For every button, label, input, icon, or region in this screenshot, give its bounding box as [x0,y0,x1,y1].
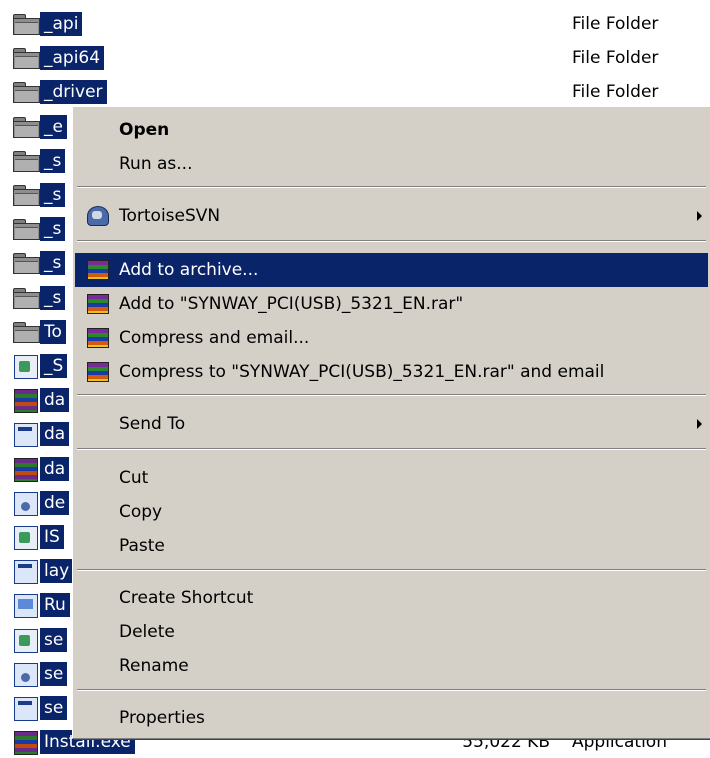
file-name[interactable]: IS [40,525,64,549]
menu-item-delete[interactable]: Delete [75,615,708,649]
file-name[interactable]: de [40,491,70,515]
file-name[interactable]: lay [40,559,74,583]
file-name[interactable]: To [40,320,66,344]
rar-archive-icon [14,389,38,413]
file-row[interactable]: _api64 File Folder [0,42,710,74]
tortoisesvn-icon [87,206,109,226]
file-name[interactable]: _e [40,115,67,139]
menu-item-send-to[interactable]: Send To [75,407,708,441]
folder-icon [13,219,40,240]
context-menu: Open Run as... TortoiseSVN Add to archiv… [72,106,710,738]
menu-item-open[interactable]: Open [75,113,708,147]
file-name[interactable]: _driver [40,80,107,104]
file-type: File Folder [572,14,659,34]
setup-file-icon [14,355,38,379]
menu-label-add-to-archive: Add to archive... [119,260,259,280]
rar-archive-icon [14,458,38,482]
menu-item-compress-email[interactable]: Compress and email... [75,321,708,355]
file-name[interactable]: _s [40,149,66,173]
file-name[interactable]: Ru [40,593,70,617]
folder-icon [13,82,40,103]
menu-separator [77,569,706,571]
menu-item-tortoisesvn[interactable]: TortoiseSVN [75,199,708,233]
file-name[interactable]: _s [40,251,66,275]
menu-separator [77,689,706,691]
menu-label-copy: Copy [119,502,163,522]
window-file-icon [14,697,38,721]
menu-item-add-to-rar[interactable]: Add to "SYNWAY_PCI(USB)_5321_EN.rar" [75,287,708,321]
menu-label-send-to: Send To [119,414,186,434]
menu-item-copy[interactable]: Copy [75,495,708,529]
menu-item-add-to-archive[interactable]: Add to archive... [75,253,708,287]
file-name[interactable]: _api64 [40,46,105,70]
folder-icon [13,151,40,172]
window-file-icon [14,423,38,447]
file-name[interactable]: da [40,422,70,446]
winrar-icon [87,294,109,314]
file-type: File Folder [572,82,659,102]
file-row[interactable]: _driver File Folder [0,76,710,108]
folder-icon [13,117,40,138]
menu-label-add-to-rar: Add to "SYNWAY_PCI(USB)_5321_EN.rar" [119,294,464,314]
install-file-icon [14,629,38,653]
menu-label-delete: Delete [119,622,175,642]
file-name[interactable]: se [40,628,68,652]
menu-item-create-shortcut[interactable]: Create Shortcut [75,581,708,615]
folder-icon [13,322,40,343]
menu-label-paste: Paste [119,536,165,556]
file-name[interactable]: se [40,662,68,686]
file-name[interactable]: _api [40,12,83,36]
winrar-icon [87,260,109,280]
menu-item-compress-to-email[interactable]: Compress to "SYNWAY_PCI(USB)_5321_EN.rar… [75,355,708,389]
menu-separator [77,186,706,188]
window-file-icon [14,560,38,584]
menu-label-run-as: Run as... [119,154,193,174]
menu-item-cut[interactable]: Cut [75,461,708,495]
install-file-icon [14,663,38,687]
menu-label-cut: Cut [119,468,149,488]
menu-label-rename: Rename [119,656,189,676]
menu-item-rename[interactable]: Rename [75,649,708,683]
file-name[interactable]: da [40,388,70,412]
winrar-icon [87,328,109,348]
menu-label-create-shortcut: Create Shortcut [119,588,254,608]
submenu-arrow-icon [697,419,702,429]
install-exe-icon [14,731,38,755]
setup-file-icon [14,526,38,550]
menu-separator [77,394,706,396]
menu-label-properties: Properties [119,708,205,728]
folder-icon [13,48,40,69]
menu-label-tortoisesvn: TortoiseSVN [119,206,221,226]
file-name[interactable]: da [40,457,70,481]
submenu-arrow-icon [697,211,702,221]
folder-icon [13,288,40,309]
menu-item-run-as[interactable]: Run as... [75,147,708,181]
menu-item-paste[interactable]: Paste [75,529,708,563]
file-name[interactable]: se [40,696,68,720]
monitor-file-icon [14,594,38,618]
folder-icon [13,14,40,35]
gear-file-icon [14,492,38,516]
file-name[interactable]: _s [40,286,66,310]
winrar-icon [87,362,109,382]
menu-separator [77,448,706,450]
menu-label-compress-email: Compress and email... [119,328,310,348]
file-name[interactable]: _S [40,354,68,378]
menu-label-open: Open [119,120,170,140]
file-name[interactable]: _s [40,183,66,207]
file-row[interactable]: _api File Folder [0,8,710,40]
folder-icon [13,185,40,206]
file-type: File Folder [572,48,659,68]
folder-icon [13,253,40,274]
file-name[interactable]: _s [40,217,66,241]
menu-item-properties[interactable]: Properties [75,701,708,735]
menu-label-compress-to-email: Compress to "SYNWAY_PCI(USB)_5321_EN.rar… [119,362,605,382]
menu-separator [77,240,706,242]
